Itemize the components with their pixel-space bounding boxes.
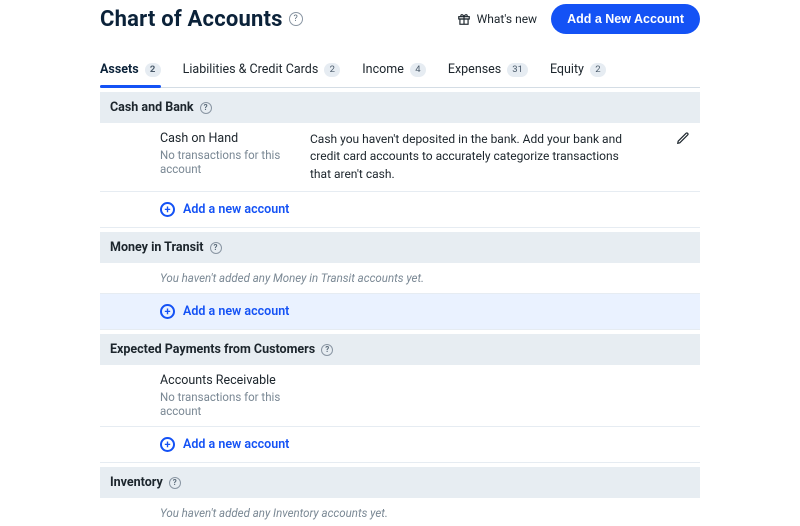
account-subtext: No transactions for this account <box>160 148 310 176</box>
section-header: Money in Transit? <box>100 232 700 263</box>
section-title: Cash and Bank <box>110 100 194 115</box>
tab-equity[interactable]: Equity 2 <box>550 54 606 87</box>
tab-count-badge: 4 <box>410 63 426 77</box>
account-description: Cash you haven't deposited in the bank. … <box>310 131 650 183</box>
help-icon[interactable]: ? <box>321 344 333 356</box>
tab-expenses[interactable]: Expenses 31 <box>448 54 528 87</box>
plus-circle-icon: + <box>160 202 175 217</box>
page-header: Chart of Accounts ? What's new Add a New… <box>100 0 700 34</box>
account-row[interactable]: Cash on Hand No transactions for this acc… <box>100 123 700 191</box>
add-account-button[interactable]: + Add a new account <box>100 192 700 227</box>
section-title: Expected Payments from Customers <box>110 342 315 357</box>
add-account-button[interactable]: + Add a new account <box>100 427 700 462</box>
section-header: Inventory? <box>100 467 700 498</box>
tab-assets[interactable]: Assets 2 <box>100 54 161 87</box>
plus-circle-icon: + <box>160 437 175 452</box>
add-account-button[interactable]: + Add a new account <box>100 294 700 329</box>
empty-message: You haven't added any Money in Transit a… <box>100 263 700 293</box>
add-new-account-button[interactable]: Add a New Account <box>551 4 700 34</box>
empty-message: You haven't added any Inventory accounts… <box>100 498 700 526</box>
tab-liabilities-credit-cards[interactable]: Liabilities & Credit Cards 2 <box>183 54 341 87</box>
help-icon[interactable]: ? <box>210 242 222 254</box>
account-name: Accounts Receivable <box>160 373 310 388</box>
section-title: Inventory <box>110 475 163 490</box>
tabs: Assets 2 Liabilities & Credit Cards 2 Income… <box>100 54 700 88</box>
add-account-label: Add a new account <box>183 304 289 319</box>
section-header: Expected Payments from Customers? <box>100 334 700 365</box>
tab-count-badge: 2 <box>145 63 161 77</box>
tab-count-badge: 31 <box>507 63 528 77</box>
gift-icon <box>457 12 471 26</box>
section-title: Money in Transit <box>110 240 204 255</box>
tab-income[interactable]: Income 4 <box>362 54 426 87</box>
tab-label: Equity <box>550 62 584 77</box>
help-icon[interactable]: ? <box>200 102 212 114</box>
add-account-label: Add a new account <box>183 437 289 452</box>
tab-count-badge: 2 <box>590 63 606 77</box>
help-icon[interactable]: ? <box>289 12 303 26</box>
whats-new-label: What's new <box>477 12 538 26</box>
account-name: Cash on Hand <box>160 131 310 146</box>
account-subtext: No transactions for this account <box>160 390 310 418</box>
tab-label: Assets <box>100 62 139 77</box>
tab-count-badge: 2 <box>324 63 340 77</box>
whats-new-link[interactable]: What's new <box>457 12 538 26</box>
add-account-label: Add a new account <box>183 202 289 217</box>
edit-icon[interactable] <box>676 131 690 145</box>
plus-circle-icon: + <box>160 304 175 319</box>
help-icon[interactable]: ? <box>169 477 181 489</box>
tab-label: Expenses <box>448 62 501 77</box>
page-title: Chart of Accounts <box>100 7 283 32</box>
tab-label: Liabilities & Credit Cards <box>183 62 319 77</box>
account-row[interactable]: Accounts Receivable No transactions for t… <box>100 365 700 426</box>
section-header: Cash and Bank? <box>100 92 700 123</box>
tab-label: Income <box>362 62 404 77</box>
